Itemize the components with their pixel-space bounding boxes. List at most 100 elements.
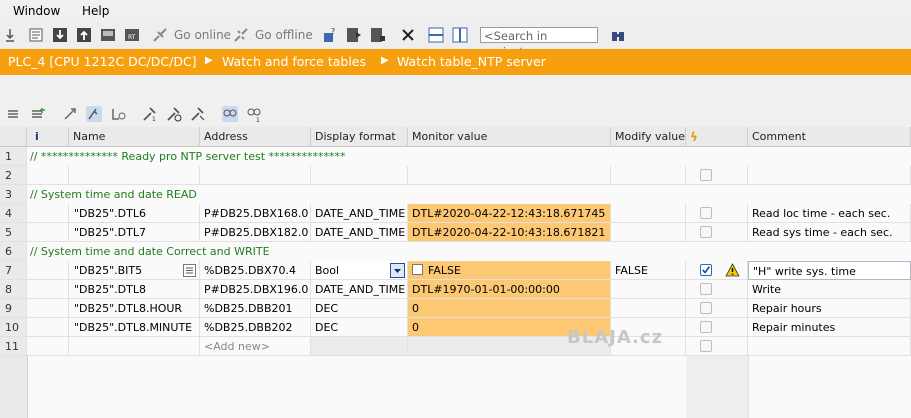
format-cell[interactable] — [311, 166, 408, 185]
address-cell[interactable]: %DB25.DBB201 — [200, 299, 311, 318]
table-row[interactable]: 7 "DB25".BIT5 %DB25.DBX70.4 Bool FALSE F… — [0, 261, 911, 280]
go-online-icon[interactable] — [152, 27, 168, 43]
comment-cell[interactable]: Repair hours — [748, 299, 911, 318]
download-icon[interactable] — [52, 27, 68, 43]
header-modify-flag[interactable]: ϟ — [686, 127, 748, 147]
split-vertical-icon[interactable] — [452, 27, 468, 43]
arrow-icon[interactable] — [2, 27, 14, 43]
table-row[interactable]: 8 "DB25".DTL8 P#DB25.DBX196.0 DATE_AND_T… — [0, 280, 911, 299]
modify-cell[interactable] — [611, 299, 686, 318]
address-cell[interactable]: P#DB25.DBX168.0 — [200, 204, 311, 223]
name-cell[interactable]: "DB25".DTL8.MINUTE — [69, 318, 200, 337]
table-row[interactable]: 4 "DB25".DTL6 P#DB25.DBX168.0 DATE_AND_T… — [0, 204, 911, 223]
advanced-settings-icon[interactable]: 1 — [246, 106, 262, 122]
close-icon[interactable] — [400, 27, 416, 43]
modify-checkbox[interactable] — [700, 302, 712, 314]
menu-window[interactable]: Window — [13, 4, 60, 18]
name-cell[interactable]: "DB25".DTL8 — [69, 280, 200, 299]
add-row-icon[interactable] — [30, 106, 46, 122]
stop-cpu-icon[interactable] — [370, 27, 386, 43]
modify-flag-cell[interactable] — [686, 166, 748, 185]
format-cell[interactable]: DATE_AND_TIME — [311, 280, 408, 299]
address-cell[interactable]: %DB25.DBB202 — [200, 318, 311, 337]
format-cell[interactable]: DEC — [311, 318, 408, 337]
monitor-all-icon[interactable] — [86, 106, 102, 122]
name-cell[interactable] — [69, 166, 200, 185]
modify-flag-cell[interactable] — [686, 204, 748, 223]
name-cell[interactable]: "DB25".DTL6 — [69, 204, 200, 223]
name-cell[interactable] — [69, 337, 200, 356]
split-horizontal-icon[interactable] — [428, 27, 444, 43]
format-cell[interactable]: DATE_AND_TIME — [311, 223, 408, 242]
stop-forcing-icon[interactable] — [166, 106, 182, 122]
comment-cell[interactable]: Repair minutes — [748, 318, 911, 337]
header-monitor-value[interactable]: Monitor value — [408, 127, 611, 147]
comment-cell[interactable]: Read loc time - each sec. — [748, 204, 911, 223]
table-row[interactable]: 2 — [0, 166, 911, 185]
name-cell[interactable]: "DB25".DTL8.HOUR — [69, 299, 200, 318]
monitor-once-icon[interactable] — [110, 106, 126, 122]
modify-cell[interactable]: FALSE — [611, 261, 686, 280]
start-cpu-icon[interactable] — [346, 27, 362, 43]
device-icon[interactable] — [100, 27, 116, 43]
header-modify-value[interactable]: Modify value — [611, 127, 686, 147]
show-hide-columns-icon[interactable] — [222, 106, 238, 122]
modify-checkbox[interactable] — [700, 169, 712, 181]
table-row[interactable]: 11 <Add new> — [0, 337, 911, 356]
modify-flag-cell[interactable] — [686, 337, 748, 356]
format-cell[interactable]: DEC — [311, 299, 408, 318]
address-cell[interactable]: %DB25.DBX70.4 — [200, 261, 311, 280]
breadcrumb-plc[interactable]: PLC_4 [CPU 1212C DC/DC/DC] — [8, 54, 197, 69]
table-row[interactable]: 6 // System time and date Correct and WR… — [0, 242, 911, 261]
table-row[interactable]: 5 "DB25".DTL7 P#DB25.DBX182.0 DATE_AND_T… — [0, 223, 911, 242]
modify-cell[interactable] — [611, 223, 686, 242]
go-offline-icon[interactable] — [233, 27, 249, 43]
modify-flag-cell[interactable] — [686, 280, 748, 299]
breadcrumb-watch-force[interactable]: Watch and force tables — [222, 54, 366, 69]
format-cell[interactable]: DATE_AND_TIME — [311, 204, 408, 223]
table-row[interactable]: 1 // ************** Ready pro NTP server… — [0, 147, 911, 166]
comment-cell[interactable]: Write — [748, 280, 911, 299]
compile-icon[interactable] — [28, 27, 44, 43]
force-all-icon[interactable] — [190, 106, 206, 122]
name-cell[interactable]: "DB25".BIT5 — [69, 261, 200, 280]
add-new-row[interactable]: <Add new> — [200, 337, 311, 356]
address-cell[interactable]: P#DB25.DBX196.0 — [200, 280, 311, 299]
go-offline-button[interactable]: Go offline — [255, 28, 313, 42]
header-address[interactable]: Address — [200, 127, 311, 147]
insert-row-icon[interactable] — [6, 106, 22, 122]
chevron-down-icon[interactable] — [390, 263, 405, 278]
name-cell[interactable]: "DB25".DTL7 — [69, 223, 200, 242]
search-input[interactable]: <Search in project> — [480, 27, 598, 59]
upload-icon[interactable] — [76, 27, 92, 43]
modify-checkbox[interactable] — [700, 283, 712, 295]
modify-now-icon[interactable] — [62, 106, 78, 122]
accessible-devices-icon[interactable]: ? — [322, 27, 338, 43]
modify-cell[interactable] — [611, 166, 686, 185]
modify-checkbox[interactable] — [700, 321, 712, 333]
header-comment[interactable]: Comment — [748, 127, 911, 147]
modify-cell[interactable] — [611, 280, 686, 299]
address-cell[interactable]: P#DB25.DBX182.0 — [200, 223, 311, 242]
header-name[interactable]: Name — [69, 127, 200, 147]
modify-checkbox[interactable] — [700, 340, 712, 352]
force-icon[interactable]: 1 — [142, 106, 158, 122]
select-operand-icon[interactable] — [183, 264, 196, 277]
simulation-icon[interactable]: RT — [124, 27, 140, 43]
comment-cell[interactable]: Read sys time - each sec. — [748, 223, 911, 242]
table-row[interactable]: 3 // System time and date READ — [0, 185, 911, 204]
search-binoculars-icon[interactable] — [610, 28, 626, 44]
comment-cell[interactable]: "H" write sys. time — [748, 261, 911, 280]
modify-checkbox-checked[interactable] — [700, 264, 712, 276]
modify-flag-cell[interactable] — [686, 223, 748, 242]
modify-checkbox[interactable] — [700, 226, 712, 238]
table-row[interactable]: 9 "DB25".DTL8.HOUR %DB25.DBB201 DEC 0 Re… — [0, 299, 911, 318]
menu-help[interactable]: Help — [82, 4, 109, 18]
table-row[interactable]: 10 "DB25".DTL8.MINUTE %DB25.DBB202 DEC 0… — [0, 318, 911, 337]
modify-flag-cell[interactable] — [686, 299, 748, 318]
go-online-button[interactable]: Go online — [174, 28, 231, 42]
format-select[interactable]: Bool — [311, 261, 408, 280]
comment-cell[interactable] — [748, 166, 911, 185]
header-display-format[interactable]: Display format — [311, 127, 408, 147]
address-cell[interactable] — [200, 166, 311, 185]
